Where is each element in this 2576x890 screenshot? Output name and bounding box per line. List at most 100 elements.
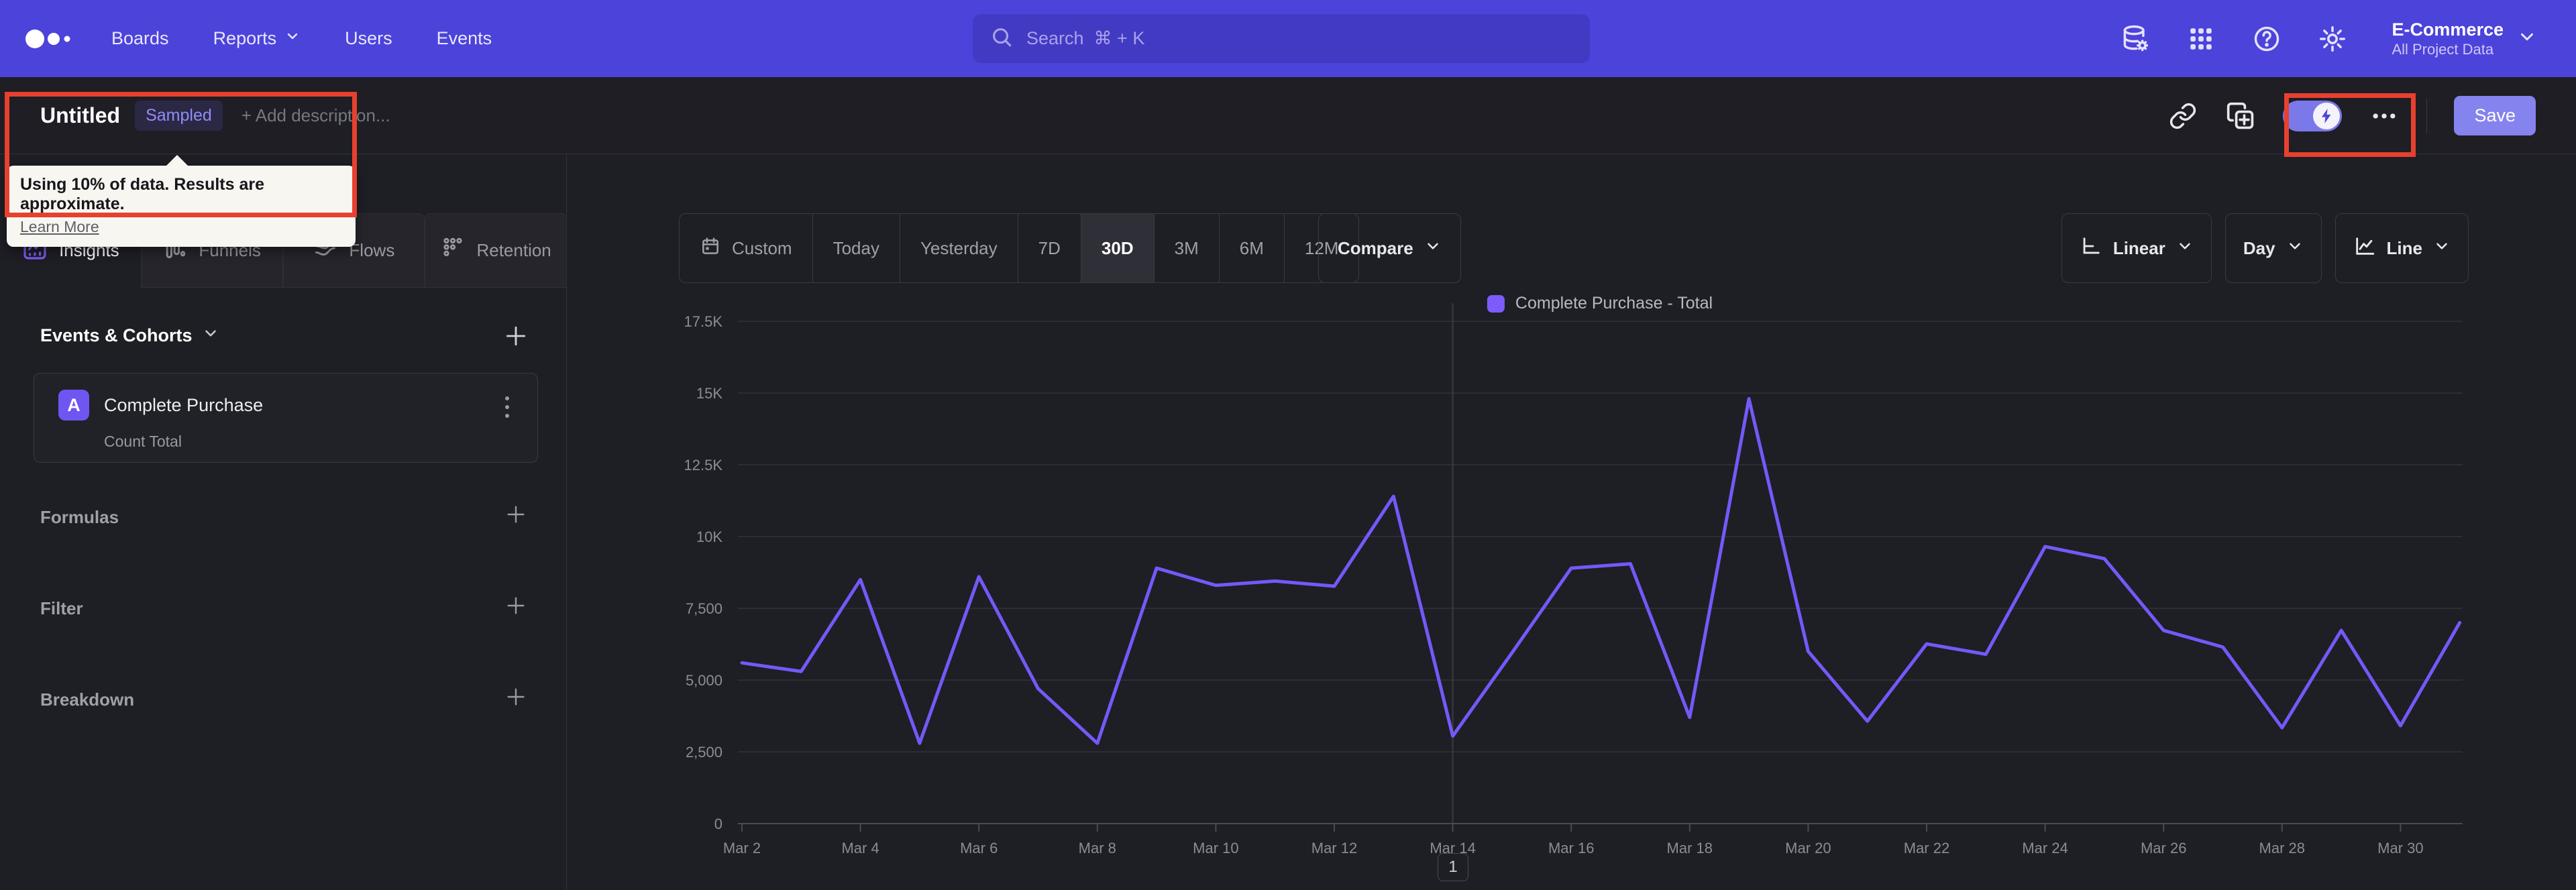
line-chart-icon [2353,235,2376,262]
nav-item-boards[interactable]: Boards [111,28,169,49]
report-actions: Save [2167,77,2536,154]
data-management-icon[interactable] [2121,24,2150,54]
svg-text:Mar 12: Mar 12 [1311,840,1357,856]
apps-grid-icon[interactable] [2186,24,2216,54]
add-to-board-icon[interactable] [2225,101,2256,131]
view-options-group: Linear Day Line [2061,213,2469,283]
svg-text:17.5K: 17.5K [684,313,723,330]
filter-section-label: Filter [40,598,83,618]
mixpanel-logo-icon[interactable] [24,22,76,56]
nav-item-users[interactable]: Users [345,28,392,49]
body: Insights Funnels Flows Retention Events … [0,155,2576,890]
save-button[interactable]: Save [2454,96,2536,135]
more-options-icon[interactable] [2369,101,2400,131]
legend-swatch [1487,294,1505,313]
tab-label: Flows [349,240,395,260]
line-chart[interactable]: 0 2,500 5,000 7,500 10K 12.5K 15K 17.5K Mar 2 Mar… [567,288,2576,890]
top-nav: Boards Reports Users Events Search ⌘ + K… [0,0,2576,77]
svg-text:5,000: 5,000 [686,672,722,689]
chart-panel: Custom Today Yesterday 7D 30D 3M 6M 12M … [567,155,2576,890]
sampling-tooltip: Using 10% of data. Results are approxima… [7,155,356,247]
chart-legend[interactable]: Complete Purchase - Total [1487,294,1713,313]
svg-text:15K: 15K [696,385,722,402]
tab-retention[interactable]: Retention [425,213,567,287]
calendar-icon [700,235,721,262]
svg-text:0: 0 [714,816,722,832]
chevron-down-icon [202,325,219,347]
help-icon[interactable] [2252,24,2282,54]
range-30d[interactable]: 30D [1081,214,1155,282]
query-sidebar: Insights Funnels Flows Retention Events … [0,155,567,890]
granularity-dropdown[interactable]: Day [2224,213,2322,283]
events-cohorts-header[interactable]: Events & Cohorts [40,325,219,347]
range-6m[interactable]: 6M [1220,214,1285,282]
svg-text:Mar 8: Mar 8 [1079,840,1116,856]
chart-type-dropdown[interactable]: Line [2334,213,2469,283]
nav-items: Boards Reports Users Events [111,28,492,49]
nav-right-cluster: E-Commerce All Project Data [2121,0,2537,77]
event-card[interactable]: A Complete Purchase Count Total [34,373,538,463]
global-search[interactable] [973,14,1590,63]
svg-text:Mar 16: Mar 16 [1548,840,1594,856]
search-icon [990,25,1013,52]
add-event-button[interactable] [502,323,529,349]
chevron-down-icon [284,28,301,49]
range-3m[interactable]: 3M [1155,214,1220,282]
svg-text:Mar 22: Mar 22 [1904,840,1949,856]
legend-label: Complete Purchase - Total [1515,294,1713,313]
project-selector[interactable]: E-Commerce All Project Data [2392,19,2537,58]
event-metric[interactable]: Count Total [104,433,182,451]
scale-dropdown[interactable]: Linear [2061,213,2212,283]
chart-toolbar: Custom Today Yesterday 7D 30D 3M 6M 12M … [567,213,2576,288]
series-letter-badge: A [58,390,89,421]
copy-link-icon[interactable] [2167,101,2198,131]
tab-label: Retention [476,240,551,260]
compare-button[interactable]: Compare [1318,213,1461,283]
settings-gear-icon[interactable] [2318,24,2347,54]
chevron-down-icon [2433,237,2451,260]
sampled-badge[interactable]: Sampled [135,100,223,131]
add-breakdown-button[interactable] [502,683,529,710]
add-filter-button[interactable] [502,592,529,619]
svg-text:Mar 10: Mar 10 [1193,840,1238,856]
search-input[interactable] [1025,27,1572,50]
sampling-toggle[interactable] [2283,100,2343,131]
range-today[interactable]: Today [813,214,900,282]
chevron-down-icon [1424,237,1442,260]
formulas-section-label: Formulas [40,507,119,527]
svg-text:Mar 30: Mar 30 [2377,840,2423,856]
nav-item-reports[interactable]: Reports [213,28,301,49]
app-window: Boards Reports Users Events Search ⌘ + K… [0,0,2576,890]
chevron-down-icon [2517,27,2537,50]
event-name: Complete Purchase [104,395,264,415]
svg-text:Mar 24: Mar 24 [2022,840,2068,856]
pagination-page[interactable]: 1 [1438,853,1468,881]
add-formula-button[interactable] [502,501,529,528]
retention-icon [440,235,466,266]
svg-text:Mar 6: Mar 6 [960,840,998,856]
svg-text:Mar 2: Mar 2 [723,840,761,856]
range-7d[interactable]: 7D [1018,214,1081,282]
linear-axis-icon [2080,235,2102,262]
add-description[interactable]: + Add description... [241,105,390,126]
svg-text:2,500: 2,500 [686,744,722,761]
svg-text:Mar 26: Mar 26 [2141,840,2186,856]
project-name: E-Commerce [2392,19,2504,40]
svg-text:Mar 18: Mar 18 [1667,840,1713,856]
svg-text:Mar 4: Mar 4 [841,840,879,856]
learn-more-link[interactable]: Learn More [20,218,99,236]
svg-text:Mar 20: Mar 20 [1785,840,1831,856]
svg-text:Mar 28: Mar 28 [2259,840,2305,856]
tooltip-text: Using 10% of data. Results are approxima… [20,175,265,213]
range-custom[interactable]: Custom [680,214,813,282]
nav-item-events[interactable]: Events [437,28,492,49]
range-yesterday[interactable]: Yesterday [900,214,1018,282]
svg-text:7,500: 7,500 [686,600,722,617]
lightning-bolt-icon [2313,102,2341,129]
report-title[interactable]: Untitled [40,103,120,128]
svg-text:10K: 10K [696,529,722,545]
chart-region: Complete Purchase - Total 0 2,500 5,000 7,5… [567,288,2576,890]
event-menu-icon[interactable] [496,394,519,421]
svg-text:12.5K: 12.5K [684,457,723,474]
divider [2426,98,2428,133]
